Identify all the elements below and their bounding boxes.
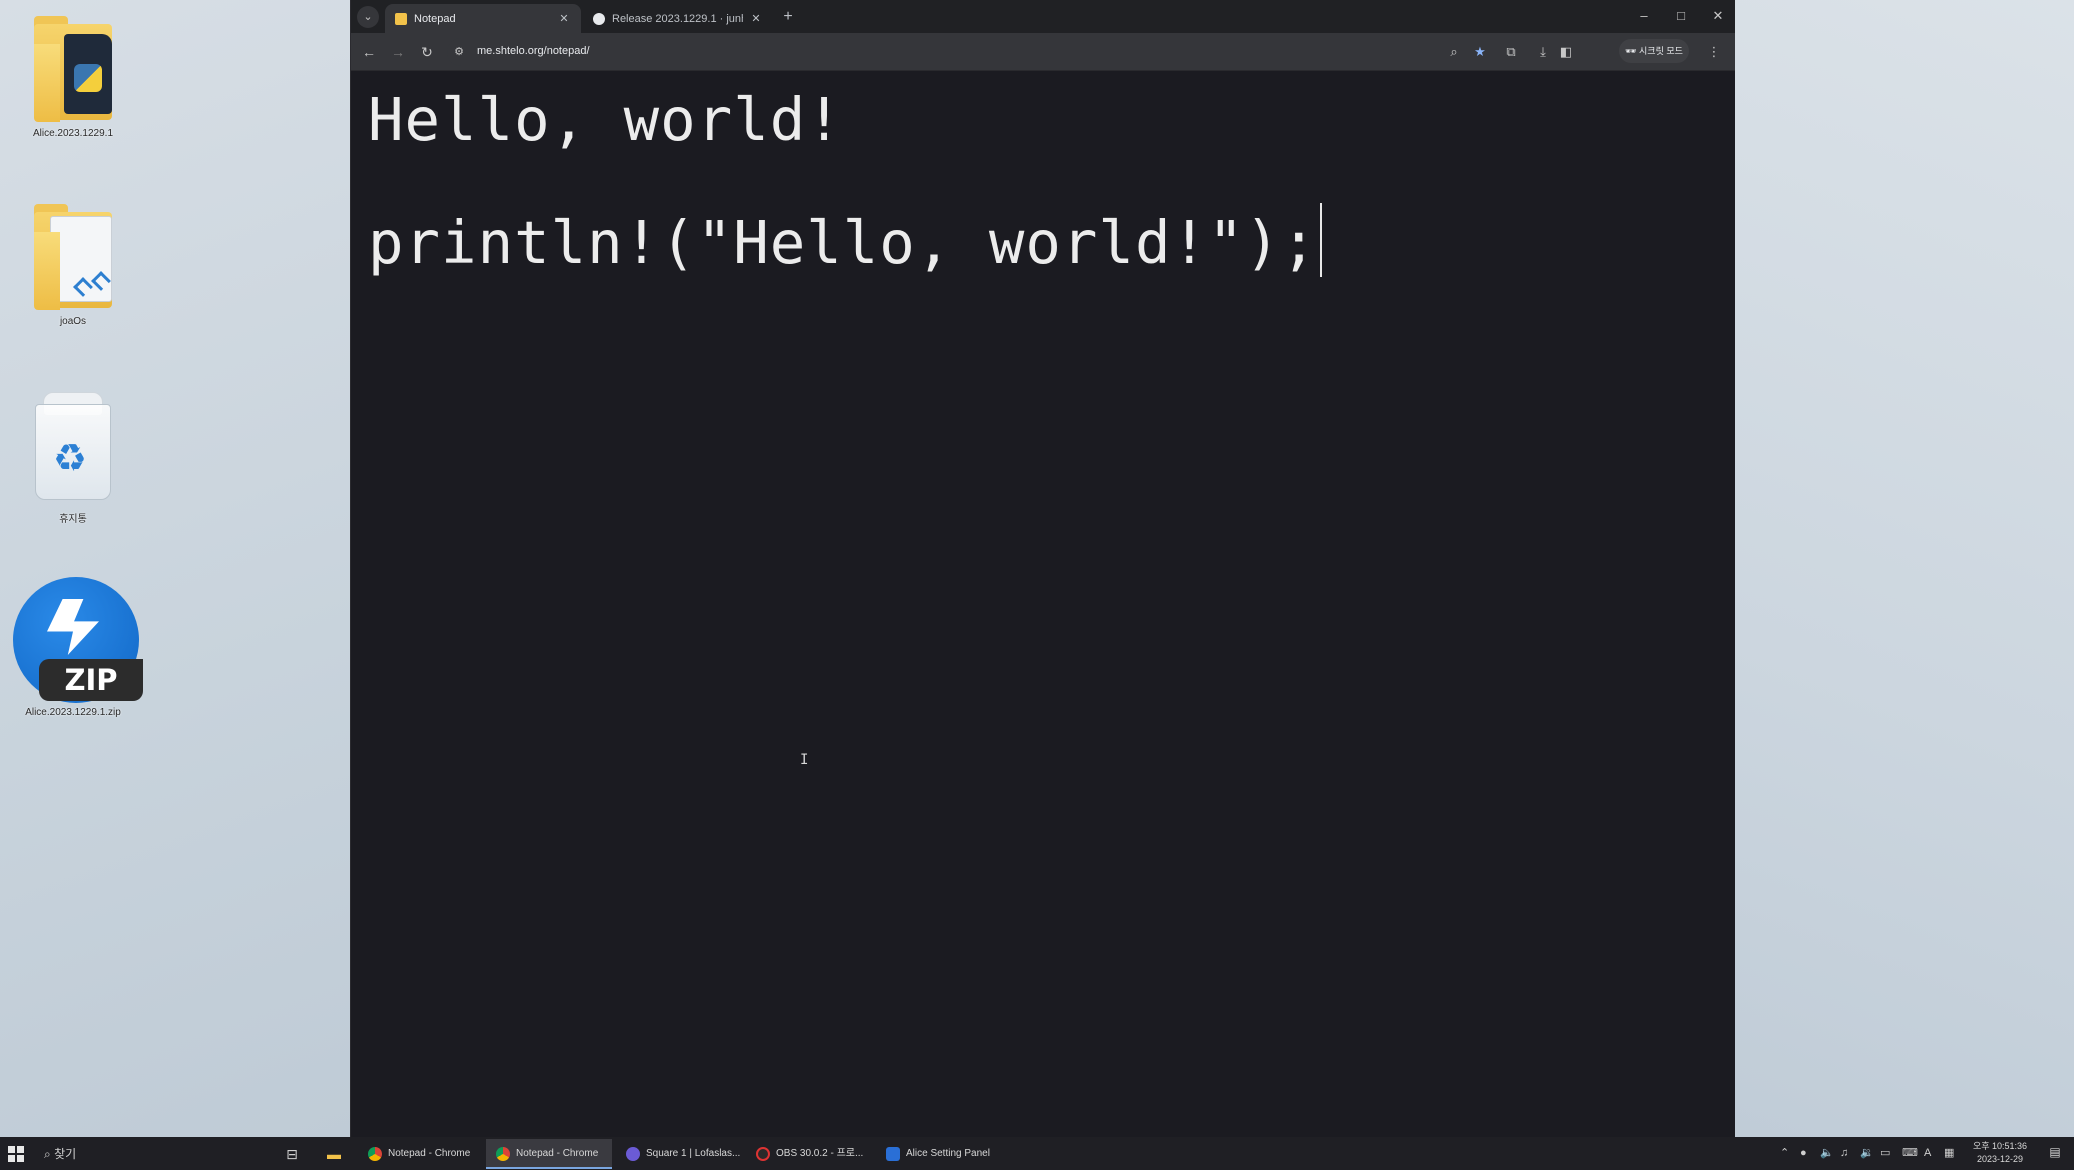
headphones-icon[interactable]: ♫: [1840, 1137, 1848, 1170]
extensions-icon[interactable]: ⧉: [1502, 42, 1520, 62]
taskbar-app-label: Notepad - Chrome: [388, 1148, 471, 1159]
site-info-icon[interactable]: ⚙: [451, 44, 467, 60]
close-window-button[interactable]: ✕: [1704, 6, 1732, 26]
desktop-icon-recycle-bin[interactable]: ♻ 휴지통: [13, 386, 133, 525]
text-caret: [1319, 203, 1322, 277]
desktop-icon-label: Alice.2023.1229.1.zip: [25, 707, 121, 718]
taskbar-app-obs[interactable]: OBS 30.0.2 - 프로...: [746, 1139, 872, 1169]
network-icon[interactable]: ▭: [1880, 1137, 1890, 1170]
taskbar-app-aice[interactable]: Alice Setting Panel: [876, 1139, 1006, 1169]
notepad-favicon-icon: [395, 12, 407, 25]
zip-badge-text: ZIP: [39, 659, 143, 701]
taskbar-app-label: Notepad - Chrome: [516, 1148, 599, 1159]
taskbar-app-chrome-2[interactable]: Notepad - Chrome: [486, 1139, 612, 1169]
side-panel-icon[interactable]: ◧: [1557, 42, 1575, 62]
recycle-bin-icon: ♻: [23, 386, 123, 506]
taskbar-app-label: Square 1 | Lofaslas...: [646, 1148, 741, 1159]
github-icon: [593, 12, 605, 25]
editor-line-3[interactable]: println!("Hello, world!");: [368, 203, 1322, 277]
new-tab-button[interactable]: +: [777, 6, 799, 28]
chrome-icon: [496, 1147, 510, 1161]
chrome-icon: [368, 1147, 382, 1161]
minimize-button[interactable]: –: [1630, 6, 1658, 26]
taskbar-app-label: OBS 30.0.2 - 프로...: [776, 1148, 864, 1159]
close-tab-icon[interactable]: ✕: [557, 12, 571, 25]
taskbar-search[interactable]: ⌕ 찾기: [44, 1143, 76, 1165]
tab-strip: ⌄ Notepad ✕ Release 2023.1229.1 · junhyo…: [351, 0, 1735, 33]
speaker-icon[interactable]: 🔈: [1820, 1137, 1834, 1170]
browser-window: ⌄ Notepad ✕ Release 2023.1229.1 · junhyo…: [350, 0, 1735, 1137]
desktop-icon-label: Alice.2023.1229.1: [32, 128, 114, 139]
incognito-indicator[interactable]: 🕶 시크릿 모드: [1619, 39, 1689, 63]
desktop-wallpaper-right: [1735, 0, 2074, 1137]
task-view-icon[interactable]: ⊟: [281, 1143, 303, 1165]
taskbar-app-lofi[interactable]: Square 1 | Lofaslas...: [616, 1139, 742, 1169]
tab-search-button[interactable]: ⌄: [357, 6, 379, 28]
forward-arrow-icon[interactable]: →: [388, 42, 408, 62]
taskbar-app-chrome-1[interactable]: Notepad - Chrome: [358, 1139, 482, 1169]
system-clock[interactable]: 오후 10:51:36 2023-12-29: [1960, 1140, 2040, 1166]
desktop-wallpaper-left: [0, 0, 352, 1137]
obs-icon: [756, 1147, 770, 1161]
windows-start-icon[interactable]: [8, 1146, 24, 1162]
aice-icon: [886, 1147, 900, 1161]
taskbar-app-label: Alice Setting Panel: [906, 1148, 990, 1159]
tray-overflow-icon[interactable]: ⌃: [1780, 1137, 1789, 1170]
desktop-icon-python-folder[interactable]: Alice.2023.1229.1: [13, 14, 133, 139]
lofi-icon: [626, 1147, 640, 1161]
tab-title: Notepad: [414, 12, 456, 25]
search-label: 찾기: [54, 1147, 77, 1161]
vscode-folder-icon: [28, 202, 118, 312]
reload-icon[interactable]: ↻: [417, 42, 437, 62]
address-bar[interactable]: ⚙ me.shtelo.org/notepad/: [447, 38, 1717, 66]
clock-date: 2023-12-29: [1976, 1154, 2024, 1164]
menu-kebab-icon[interactable]: ⋮: [1705, 42, 1723, 62]
volume-icon[interactable]: 🔉: [1860, 1137, 1874, 1170]
keyboard-icon[interactable]: ⌨: [1902, 1137, 1918, 1170]
tray-app-icon[interactable]: ●: [1800, 1137, 1807, 1170]
desktop-icon-vscode-folder[interactable]: joaOs: [13, 202, 133, 327]
python-folder-icon: [28, 14, 118, 124]
bookmark-star-icon[interactable]: ★: [1471, 42, 1489, 62]
search-icon: ⌕: [44, 1147, 51, 1161]
ibeam-cursor-icon: I: [800, 752, 809, 768]
desktop-icon-zip[interactable]: ZIP Alice.2023.1229.1.zip: [13, 577, 143, 718]
desktop-icon-label: joaOs: [59, 316, 87, 327]
maximize-button[interactable]: □: [1667, 6, 1695, 26]
tab-github-release[interactable]: Release 2023.1229.1 · junhyo... ✕: [583, 4, 773, 33]
download-icon[interactable]: ⤓: [1534, 42, 1552, 62]
ime-indicator-icon[interactable]: A: [1924, 1137, 1931, 1170]
close-tab-icon[interactable]: ✕: [749, 12, 763, 25]
clock-time: 오후 10:51:36: [1972, 1141, 2028, 1151]
browser-toolbar: ← → ↻ ⚙ me.shtelo.org/notepad/ ⌕ ★ ⧉ ⤓ ◧…: [351, 33, 1735, 71]
tab-notepad[interactable]: Notepad ✕: [385, 4, 581, 33]
taskbar: ⌕ 찾기 ⊟ ▬ Notepad - Chrome Notepad - Chro…: [0, 1137, 2074, 1170]
notepad-editor[interactable]: Hello, world! println!("Hello, world!");…: [351, 71, 1735, 1137]
zoom-icon[interactable]: ⌕: [1445, 42, 1463, 62]
zip-archive-icon: ZIP: [13, 577, 143, 703]
notification-icon[interactable]: ▤: [2046, 1145, 2064, 1163]
file-explorer-icon[interactable]: ▬: [323, 1143, 345, 1165]
editor-line-1[interactable]: Hello, world!: [368, 85, 843, 154]
desktop-icon-label: 휴지통: [59, 514, 87, 525]
ime-mode-icon[interactable]: ▦: [1944, 1137, 1954, 1170]
tab-title: Release 2023.1229.1 · junhyo...: [612, 12, 743, 25]
url-text[interactable]: me.shtelo.org/notepad/: [477, 45, 590, 57]
back-arrow-icon[interactable]: ←: [359, 42, 379, 62]
incognito-icon: 🕶: [1625, 46, 1637, 56]
editor-line-3-text[interactable]: println!("Hello, world!");: [368, 208, 1318, 277]
incognito-label: 시크릿 모드: [1639, 46, 1683, 56]
